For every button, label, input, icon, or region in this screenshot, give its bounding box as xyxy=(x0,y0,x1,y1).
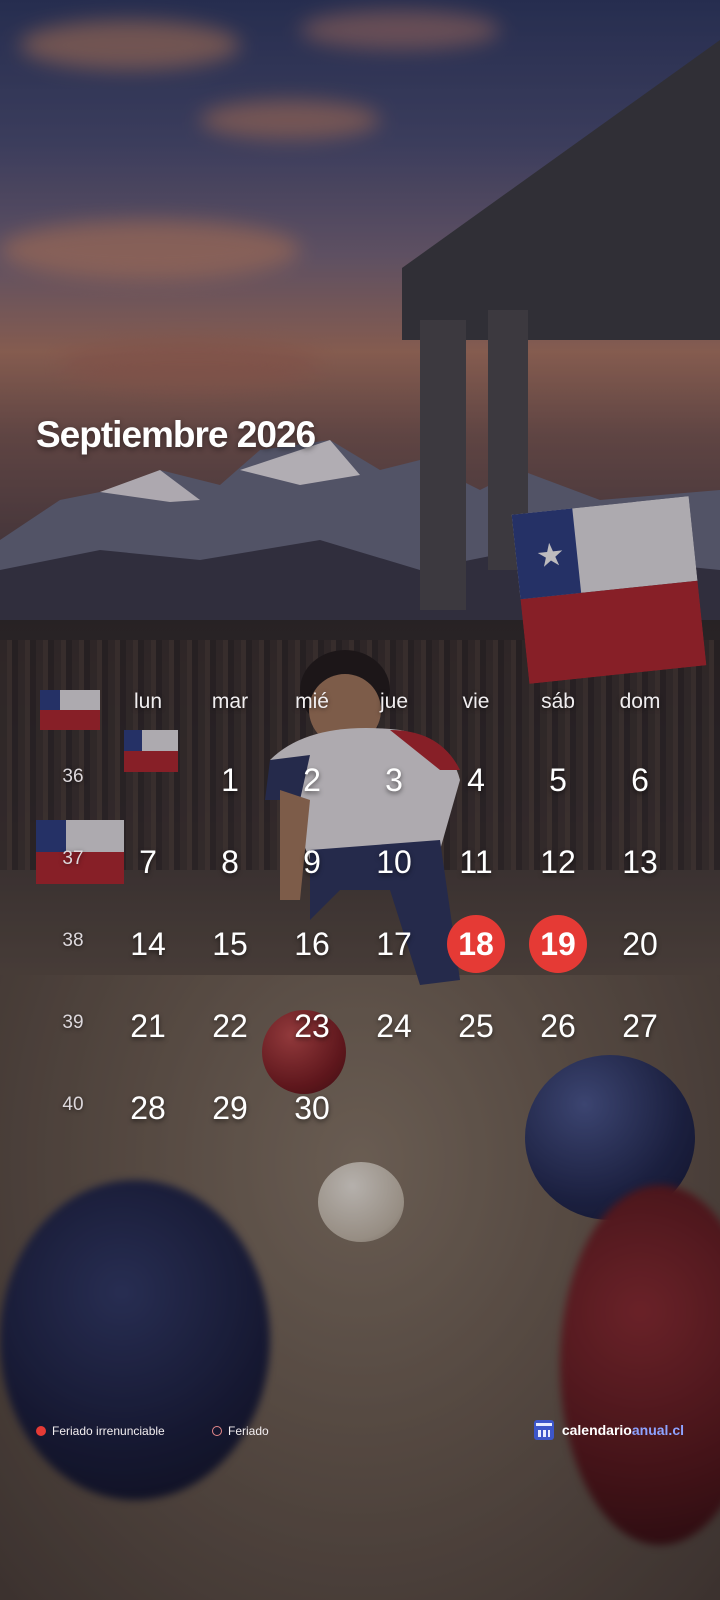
day-cell[interactable]: 9 xyxy=(272,834,352,890)
day-cell[interactable]: 13 xyxy=(600,834,680,890)
day-cell[interactable]: 23 xyxy=(272,998,352,1054)
outline-dot-icon xyxy=(212,1426,222,1436)
day-number: 21 xyxy=(130,1007,166,1044)
day-number: 8 xyxy=(221,843,239,880)
week-number: 39 xyxy=(62,1012,84,1033)
day-number: 5 xyxy=(549,761,567,798)
week-row: 38 14 15 16 17 18 19 20 xyxy=(0,915,720,998)
day-number: 2 xyxy=(303,761,321,798)
weekday-sat: sáb xyxy=(541,690,575,713)
day-cell[interactable]: 6 xyxy=(600,752,680,808)
day-number: 17 xyxy=(376,925,412,962)
day-number: 20 xyxy=(622,925,658,962)
brand-name: calendarioanual.cl xyxy=(562,1422,684,1438)
day-number: 9 xyxy=(303,843,321,880)
week-row: 36 1 2 3 4 5 6 xyxy=(0,752,720,834)
weekday-header: lun mar mié jue vie sáb dom xyxy=(108,690,700,720)
day-number: 1 xyxy=(221,761,239,798)
day-cell[interactable]: 25 xyxy=(436,998,516,1054)
day-number: 11 xyxy=(459,843,493,880)
weekday-sun: dom xyxy=(619,690,661,713)
calendar-icon xyxy=(533,1420,554,1440)
month-title: Septiembre 2026 xyxy=(36,414,316,455)
day-number: 4 xyxy=(467,761,485,798)
calendar-grid: 36 1 2 3 4 5 6 37 7 8 9 10 11 12 13 38 14 15 16 17 18 19 20 39 2… xyxy=(0,752,720,1172)
day-number: 14 xyxy=(130,925,166,962)
week-number: 40 xyxy=(62,1094,84,1115)
day-cell[interactable]: 21 xyxy=(108,998,188,1054)
day-cell[interactable]: 2 xyxy=(272,752,352,808)
day-number: 24 xyxy=(376,1007,412,1044)
day-cell[interactable]: 4 xyxy=(436,752,516,808)
week-number: 36 xyxy=(62,766,84,787)
day-cell[interactable]: 28 xyxy=(108,1080,188,1136)
weekday-wed: mié xyxy=(295,690,329,713)
weekday-fri: vie xyxy=(462,690,490,713)
legend-irrenunciable: Feriado irrenunciable xyxy=(36,1424,165,1438)
day-number: 22 xyxy=(212,1007,248,1044)
day-number: 16 xyxy=(294,925,330,962)
week-row: 39 21 22 23 24 25 26 27 xyxy=(0,998,720,1080)
day-number: 28 xyxy=(130,1089,166,1126)
day-cell[interactable]: 8 xyxy=(190,834,270,890)
brand-name-part1: calendario xyxy=(561,1422,632,1438)
weekday-thu: jue xyxy=(379,690,409,713)
day-number: 23 xyxy=(294,1007,330,1044)
day-number: 29 xyxy=(212,1089,248,1126)
day-cell[interactable]: 12 xyxy=(518,834,598,890)
day-cell[interactable]: 22 xyxy=(190,998,270,1054)
day-number: 25 xyxy=(458,1007,494,1044)
week-row: 40 28 29 30 xyxy=(0,1080,720,1162)
red-dot-icon xyxy=(36,1426,46,1436)
day-cell[interactable]: 20 xyxy=(600,916,680,972)
day-cell[interactable]: 27 xyxy=(600,998,680,1054)
day-cell[interactable]: 10 xyxy=(354,834,434,890)
day-cell[interactable]: 3 xyxy=(354,752,434,808)
day-number: 19 xyxy=(540,925,576,962)
day-cell[interactable]: 7 xyxy=(108,834,188,890)
weekday-mon: lun xyxy=(133,690,163,713)
weekday-tue: mar xyxy=(211,690,249,713)
week-number: 37 xyxy=(62,848,84,869)
day-cell[interactable]: 11 xyxy=(436,834,516,890)
day-cell[interactable]: 29 xyxy=(190,1080,270,1136)
legend-holiday-label: Feriado xyxy=(228,1424,269,1438)
day-cell[interactable]: 14 xyxy=(108,916,188,972)
day-number: 7 xyxy=(139,843,157,880)
day-number: 10 xyxy=(376,843,412,880)
day-cell[interactable]: 15 xyxy=(190,916,270,972)
legend-irrenunciable-label: Feriado irrenunciable xyxy=(52,1424,165,1438)
day-number: 15 xyxy=(212,925,248,962)
day-cell[interactable]: 1 xyxy=(190,752,270,808)
day-cell-holiday[interactable]: 18 xyxy=(436,915,516,973)
day-number: 18 xyxy=(458,925,494,962)
week-number: 38 xyxy=(62,930,84,951)
day-cell[interactable]: 26 xyxy=(518,998,598,1054)
day-cell[interactable]: 5 xyxy=(518,752,598,808)
day-cell[interactable]: 24 xyxy=(354,998,434,1054)
day-cell-holiday[interactable]: 19 xyxy=(518,915,598,973)
week-row: 37 7 8 9 10 11 12 13 xyxy=(0,834,720,916)
day-cell[interactable]: 17 xyxy=(354,916,434,972)
brand-name-part2: anual.cl xyxy=(631,1422,684,1438)
day-number: 12 xyxy=(540,843,576,880)
day-number: 27 xyxy=(622,1007,658,1044)
day-number: 6 xyxy=(631,761,649,798)
day-number: 13 xyxy=(622,843,658,880)
day-cell[interactable]: 30 xyxy=(272,1080,352,1136)
day-number: 30 xyxy=(294,1089,330,1126)
brand-logo: calendarioanual.cl xyxy=(533,1420,684,1440)
day-number: 26 xyxy=(540,1007,576,1044)
day-cell[interactable]: 16 xyxy=(272,916,352,972)
legend-holiday: Feriado xyxy=(212,1424,269,1438)
day-number: 3 xyxy=(385,761,403,798)
